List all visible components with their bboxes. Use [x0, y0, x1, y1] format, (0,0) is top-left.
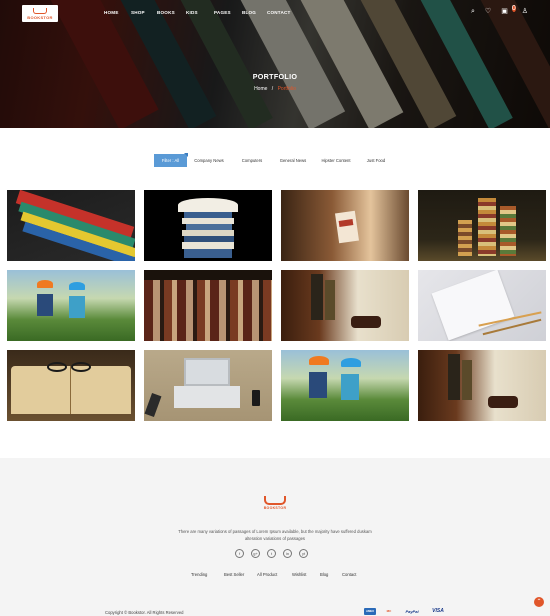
logo-text: BOOKSTOR — [27, 14, 53, 20]
hat-shape — [69, 282, 85, 290]
footer-link-blog[interactable]: Blog — [320, 572, 342, 577]
nav-item-home[interactable]: HOME — [104, 10, 131, 15]
breadcrumb: Home / Portfolio — [0, 86, 550, 92]
header-icons: ⌕ ♡ ▣ 0 ♙ — [471, 5, 528, 15]
mastercard-icon: MC — [386, 609, 392, 613]
footer-link-trending[interactable]: Trending — [191, 572, 224, 577]
hero-overlay — [0, 0, 550, 128]
filter-company-news[interactable]: Company News — [187, 154, 231, 167]
paypal-icon: PayPal — [405, 609, 419, 614]
gallery-item[interactable] — [418, 190, 546, 261]
logo[interactable]: BOOKSTOR — [22, 5, 58, 22]
toy-car-shape — [351, 316, 381, 328]
filter-just-food[interactable]: Just Food — [359, 154, 393, 167]
laptop-screen — [184, 358, 230, 386]
footer-description: There are many variations of passages of… — [178, 529, 372, 541]
nav-item-books[interactable]: BOOKS — [157, 10, 186, 15]
google-plus-icon[interactable]: g+ — [251, 549, 260, 558]
footer-logo-book-icon — [264, 496, 286, 505]
chevron-up-icon: ⌃ — [536, 599, 542, 605]
main-nav: HOME SHOP BOOKS KIDS PAGES BLOG CONTACT — [104, 10, 297, 15]
hat-shape — [37, 280, 53, 288]
youtube-icon[interactable]: yt — [299, 549, 308, 558]
book-shape — [311, 274, 323, 320]
book-shape — [462, 360, 472, 400]
shelf-shadow — [144, 270, 272, 280]
book-gutter — [70, 366, 71, 414]
hat-shape — [309, 356, 329, 365]
gallery-item[interactable] — [281, 270, 409, 341]
scroll-to-top-button[interactable]: ⌃ — [534, 597, 544, 607]
nav-item-contact[interactable]: CONTACT — [267, 10, 297, 15]
gallery-item[interactable] — [144, 350, 272, 421]
footer-link-best-seller[interactable]: Best Seller — [224, 572, 257, 577]
breadcrumb-current: Portfolio — [277, 86, 296, 92]
filter-computers[interactable]: Computers — [231, 154, 273, 167]
book-shape — [182, 242, 234, 249]
breadcrumb-home[interactable]: Home — [254, 86, 267, 92]
glasses-lens — [47, 362, 67, 372]
payment-methods: AMEX MC PayPal VISA — [364, 608, 447, 615]
hero-banner: BOOKSTOR HOME SHOP BOOKS KIDS PAGES BLOG… — [0, 0, 550, 128]
open-book-shape — [11, 366, 131, 414]
linkedin-icon[interactable]: in — [283, 549, 292, 558]
glasses-lens — [71, 362, 91, 372]
book-shape — [178, 198, 238, 212]
filter-all[interactable]: Filter : All — [154, 153, 188, 167]
gallery-item[interactable] — [7, 350, 135, 421]
breadcrumb-separator: / — [271, 86, 274, 92]
cart-icon[interactable]: ▣ 0 — [501, 5, 516, 15]
gallery-item[interactable] — [281, 190, 409, 261]
gallery-item[interactable] — [418, 270, 546, 341]
book-shape — [448, 354, 460, 400]
copyright: Copyright © Bookstor. All Rights Reserve… — [105, 610, 184, 615]
portfolio-gallery — [7, 190, 546, 421]
book-shape — [184, 249, 232, 258]
nav-item-shop[interactable]: SHOP — [131, 10, 157, 15]
gallery-item[interactable] — [281, 350, 409, 421]
social-links: f g+ t in yt — [235, 549, 308, 558]
heart-icon[interactable]: ♡ — [485, 8, 491, 15]
book-shape — [500, 206, 516, 256]
amex-icon: AMEX — [364, 608, 376, 615]
page-title: PORTFOLIO — [252, 72, 298, 81]
child-shape — [309, 372, 327, 398]
footer-link-all-product[interactable]: All Product — [257, 572, 292, 577]
nav-item-pages[interactable]: PAGES — [214, 10, 242, 15]
footer-links: Trending Best Seller All Product Wishlis… — [191, 572, 364, 577]
gallery-item[interactable] — [418, 350, 546, 421]
footer-logo[interactable]: BOOKSTOR — [262, 496, 288, 514]
search-icon[interactable]: ⌕ — [471, 8, 475, 15]
logo-book-icon — [33, 7, 47, 14]
child-shape — [341, 374, 359, 400]
toy-car-shape — [488, 396, 518, 408]
footer-link-contact[interactable]: Contact — [342, 572, 364, 577]
facebook-icon[interactable]: f — [235, 549, 244, 558]
portfolio-filters: Filter : All Company News Computers Gene… — [154, 153, 393, 167]
cart-count-badge: 0 — [511, 5, 516, 12]
gallery-item[interactable] — [144, 190, 272, 261]
child-shape — [37, 294, 53, 316]
gallery-item[interactable] — [144, 270, 272, 341]
phone-shape — [252, 390, 260, 406]
book-shape — [458, 220, 472, 256]
child-shape — [69, 296, 85, 318]
visa-icon: VISA — [432, 608, 444, 614]
nav-item-kids[interactable]: KIDS — [186, 10, 214, 15]
footer-link-wishlist[interactable]: Wishlist — [292, 572, 320, 577]
object-shape — [144, 392, 162, 418]
twitter-icon[interactable]: t — [267, 549, 276, 558]
filter-hipster-content[interactable]: Hipster Content — [313, 154, 359, 167]
hat-shape — [341, 358, 361, 367]
gallery-item[interactable] — [7, 270, 135, 341]
footer-logo-text: BOOKSTOR — [263, 506, 287, 510]
footer: BOOKSTOR There are many variations of pa… — [0, 458, 550, 616]
filter-general-news[interactable]: General News — [273, 154, 313, 167]
user-icon[interactable]: ♙ — [522, 8, 528, 15]
book-shape — [325, 280, 335, 320]
laptop-base — [174, 386, 240, 408]
gallery-item[interactable] — [7, 190, 135, 261]
book-shape — [478, 198, 496, 256]
nav-item-blog[interactable]: BLOG — [242, 10, 267, 15]
